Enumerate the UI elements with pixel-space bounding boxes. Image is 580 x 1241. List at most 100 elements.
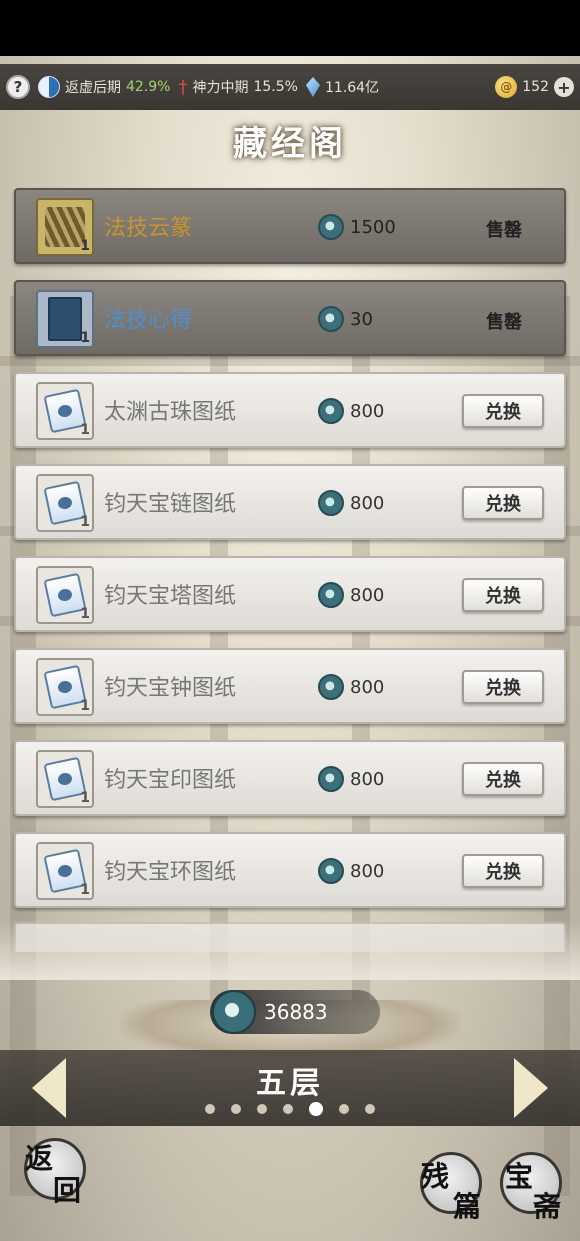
exchange-button[interactable]: 兑换	[462, 670, 544, 704]
list-item[interactable]: 1 钧天宝环图纸 800 兑换	[14, 832, 566, 908]
item-name: 钧天宝印图纸	[104, 768, 237, 793]
item-quantity: 1	[80, 422, 90, 438]
fragments-button[interactable]: 残 篇	[420, 1152, 482, 1223]
list-item[interactable]: 1 钧天宝塔图纸 800 兑换	[14, 556, 566, 632]
coin-stat: @ 152 +	[495, 76, 574, 98]
price-value: 800	[350, 768, 385, 790]
item-quantity: 1	[80, 698, 90, 714]
item-price: 800	[318, 490, 384, 516]
coin-icon: @	[495, 76, 518, 98]
page-dot[interactable]	[283, 1104, 293, 1114]
item-quantity: 1	[80, 606, 90, 622]
exchange-button[interactable]: 兑换	[462, 578, 544, 612]
page-dot[interactable]	[309, 1102, 323, 1116]
coin-amount: 152	[522, 79, 549, 95]
page-dot[interactable]	[339, 1104, 349, 1114]
help-button[interactable]: ?	[6, 75, 30, 99]
item-name: 钧天宝环图纸	[104, 860, 237, 885]
item-art	[48, 297, 82, 341]
item-quantity: 1	[80, 790, 90, 806]
divine-percent: 15.5%	[253, 79, 298, 95]
cultivation-label: 返虚后期	[65, 80, 121, 96]
price-value: 800	[350, 676, 385, 698]
list-item[interactable]: 1 钧天宝链图纸 800 兑换	[14, 464, 566, 540]
spirit-coin-icon	[318, 306, 344, 332]
item-price: 800	[318, 674, 384, 700]
blueprint-scroll-icon[interactable]: 1	[36, 750, 94, 808]
spirit-coin-icon	[212, 990, 256, 1034]
page-dot[interactable]	[205, 1104, 215, 1114]
back-button[interactable]: 返 回	[24, 1138, 86, 1207]
item-price: 800	[318, 398, 384, 424]
item-name: 法技云篆	[104, 216, 193, 241]
sword-icon: †	[178, 76, 188, 98]
list-item[interactable]: 1 太渊古珠图纸 800 兑换	[14, 372, 566, 448]
spirit-coin-icon	[318, 766, 344, 792]
crystal-amount: 11.64亿	[324, 80, 380, 96]
yinyang-icon	[38, 76, 60, 98]
item-price: 800	[318, 582, 384, 608]
list-item[interactable]: 1 钧天宝钟图纸 800 兑换	[14, 648, 566, 724]
price-value: 30	[350, 308, 373, 330]
blueprint-scroll-icon[interactable]: 1	[36, 842, 94, 900]
item-name: 法技心得	[104, 308, 193, 333]
spirit-coin-icon	[318, 858, 344, 884]
item-quantity: 1	[80, 882, 90, 898]
treasure-shop-button[interactable]: 宝 斋	[500, 1152, 562, 1223]
divine-label: 神力中期	[192, 80, 249, 96]
item-price: 1500	[318, 214, 396, 240]
blueprint-scroll-icon[interactable]: 1	[36, 566, 94, 624]
page-title: 藏经阁	[233, 124, 347, 164]
item-quantity: 1	[80, 514, 90, 530]
spirit-coin-icon	[318, 398, 344, 424]
item-list[interactable]: 1 法技云篆 1500 售罄 1 法技心得 30 售罄 1 太渊古珠图纸 800 兑换 1 钧天宝链图纸 8…	[14, 188, 566, 924]
blueprint-scroll-icon[interactable]: 1	[36, 474, 94, 532]
floor-page-indicator	[0, 1102, 580, 1116]
floor-name: 五层	[256, 1066, 324, 1101]
book-icon[interactable]: 1	[36, 290, 94, 348]
currency-display: 36883	[210, 990, 380, 1034]
list-item[interactable]: 1 钧天宝印图纸 800 兑换	[14, 740, 566, 816]
exchange-button[interactable]: 兑换	[462, 486, 544, 520]
item-price: 30	[318, 306, 373, 332]
list-item[interactable]: 1 法技云篆 1500 售罄	[14, 188, 566, 264]
cultivation-percent: 42.9%	[126, 79, 171, 95]
add-coins-button[interactable]: +	[554, 77, 574, 97]
list-item[interactable]: 1 法技心得 30 售罄	[14, 280, 566, 356]
exchange-button[interactable]: 兑换	[462, 854, 544, 888]
item-name: 钧天宝链图纸	[104, 492, 237, 517]
spirit-coin-icon	[318, 582, 344, 608]
page-dot[interactable]	[257, 1104, 267, 1114]
price-value: 800	[350, 860, 385, 882]
list-fade	[0, 920, 580, 980]
spirit-coin-icon	[318, 674, 344, 700]
currency-amount: 36883	[264, 1000, 328, 1024]
divine-stat: † 神力中期 15.5%	[178, 77, 297, 98]
status-bar: ? 返虚后期 42.9% † 神力中期 15.5% 11.64亿 @ 152 +	[0, 64, 580, 110]
page-dot[interactable]	[365, 1104, 375, 1114]
crystal-stat: 11.64亿	[305, 77, 380, 97]
item-quantity: 1	[80, 330, 90, 346]
sold-out-label: 售罄	[486, 220, 522, 241]
price-value: 800	[350, 492, 385, 514]
bamboo-scroll-icon[interactable]: 1	[36, 198, 94, 256]
item-name: 太渊古珠图纸	[104, 400, 237, 425]
spirit-coin-icon	[318, 214, 344, 240]
exchange-button[interactable]: 兑换	[462, 762, 544, 796]
price-value: 800	[350, 400, 385, 422]
exchange-button[interactable]: 兑换	[462, 394, 544, 428]
item-quantity: 1	[80, 238, 90, 254]
price-value: 1500	[350, 216, 396, 238]
item-art	[45, 207, 85, 247]
crystal-icon	[305, 77, 320, 97]
spirit-coin-icon	[318, 490, 344, 516]
page-dot[interactable]	[231, 1104, 241, 1114]
item-name: 钧天宝塔图纸	[104, 584, 237, 609]
sold-out-label: 售罄	[486, 312, 522, 333]
item-name: 钧天宝钟图纸	[104, 676, 237, 701]
cultivation-stat: 返虚后期 42.9%	[38, 76, 170, 98]
blueprint-scroll-icon[interactable]: 1	[36, 658, 94, 716]
blueprint-scroll-icon[interactable]: 1	[36, 382, 94, 440]
price-value: 800	[350, 584, 385, 606]
item-price: 800	[318, 766, 384, 792]
